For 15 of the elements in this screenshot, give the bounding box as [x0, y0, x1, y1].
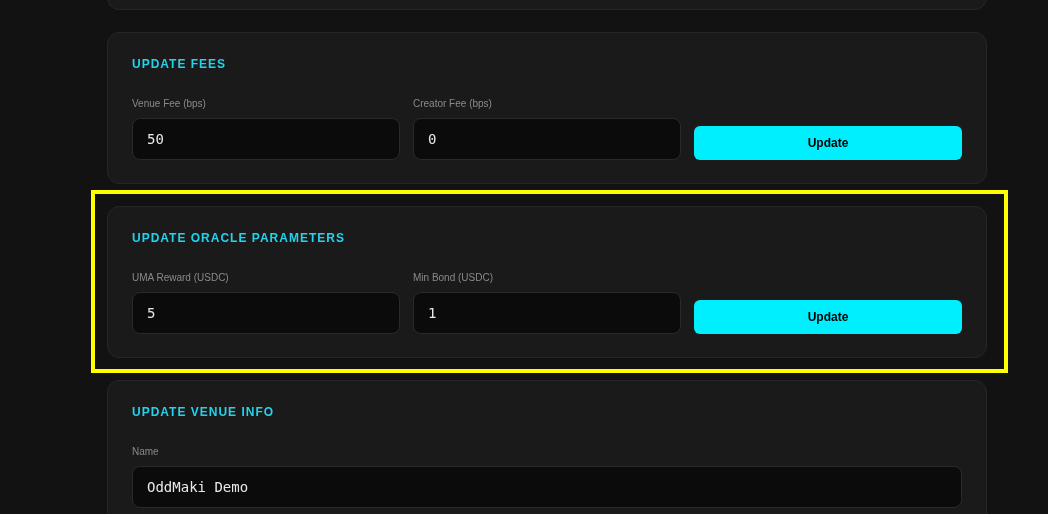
input-field[interactable]: 5	[132, 292, 400, 334]
input-field[interactable]: 1	[413, 292, 681, 334]
field-label: Creator Fee (bps)	[413, 98, 493, 110]
field-label: UMA Reward (USDC)	[132, 272, 230, 284]
field-label: Min Bond (USDC)	[413, 272, 495, 284]
section-title: UPDATE VENUE INFO	[132, 405, 276, 420]
field-label: Venue Fee (bps)	[132, 98, 207, 110]
update-button[interactable]: Update	[694, 126, 962, 160]
update-button[interactable]: Update	[694, 300, 962, 334]
input-field[interactable]: 50	[132, 118, 400, 160]
input-field[interactable]: OddMaki Demo	[132, 466, 962, 508]
input-field[interactable]: 0	[413, 118, 681, 160]
section-title: UPDATE FEES	[132, 57, 228, 72]
section-title: UPDATE ORACLE PARAMETERS	[132, 231, 346, 246]
field-label: Name	[132, 446, 160, 458]
